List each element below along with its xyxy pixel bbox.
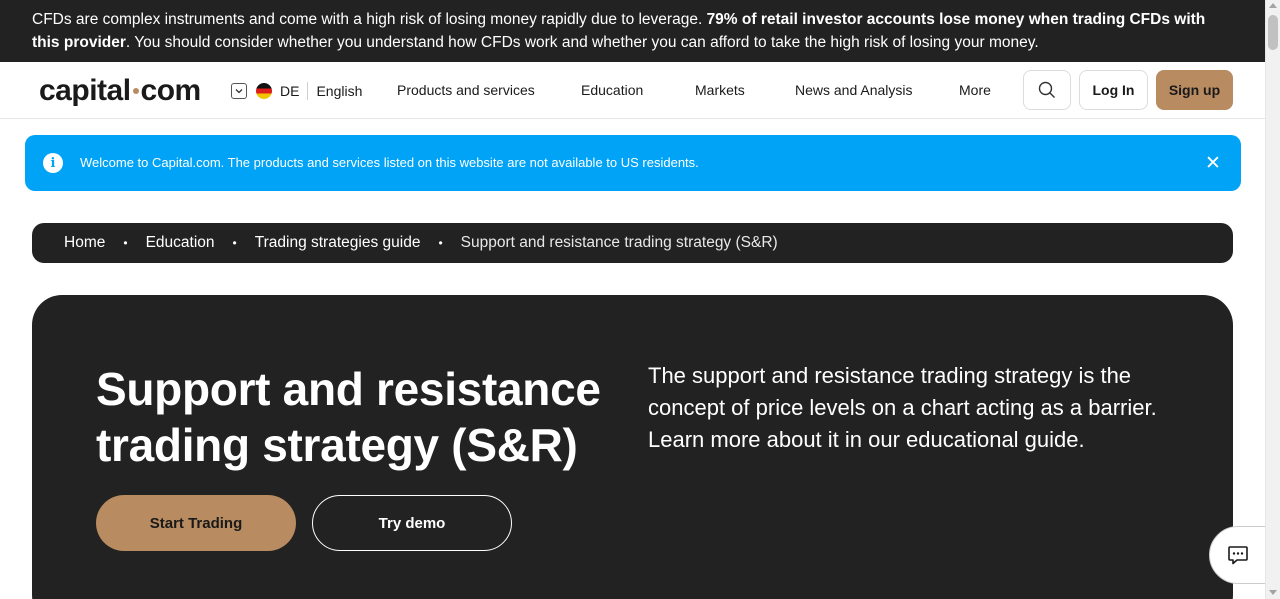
- risk-warning-bar: CFDs are complex instruments and come wi…: [0, 0, 1265, 62]
- breadcrumb-trading-strategies-guide[interactable]: Trading strategies guide: [255, 234, 421, 252]
- search-button[interactable]: [1023, 70, 1071, 110]
- nav-markets[interactable]: Markets: [695, 82, 745, 98]
- breadcrumb-education[interactable]: Education: [146, 234, 215, 252]
- logo-left: capital: [39, 74, 131, 107]
- breadcrumb-home[interactable]: Home: [64, 234, 105, 252]
- language-label: English: [316, 83, 363, 99]
- nav-products-and-services[interactable]: Products and services: [397, 82, 535, 98]
- info-icon: i: [43, 153, 63, 173]
- hero-description: The support and resistance trading strat…: [648, 363, 1157, 452]
- chevron-down-icon: [231, 83, 247, 99]
- logo-right: com: [140, 74, 202, 107]
- chat-button[interactable]: [1209, 526, 1269, 584]
- language-selector[interactable]: DE English: [231, 81, 362, 101]
- nav-more[interactable]: More: [959, 82, 991, 98]
- germany-flag-icon: [256, 83, 272, 99]
- search-icon: [1038, 81, 1055, 98]
- country-code: DE: [280, 83, 300, 99]
- breadcrumb-separator: •: [232, 236, 237, 250]
- language-divider: [307, 82, 309, 100]
- signup-button[interactable]: Sign up: [1156, 70, 1233, 110]
- site-header: capital com DE English Products and servi…: [0, 62, 1265, 119]
- start-trading-button[interactable]: Start Trading: [96, 495, 296, 551]
- breadcrumb: Home • Education • Trading strategies gu…: [32, 223, 1233, 263]
- breadcrumb-separator: •: [438, 236, 443, 250]
- us-residents-banner: i Welcome to Capital.com. The products a…: [25, 135, 1241, 191]
- nav-news-and-analysis[interactable]: News and Analysis: [795, 82, 913, 98]
- nav-education[interactable]: Education: [581, 82, 643, 98]
- breadcrumb-current: Support and resistance trading strategy …: [460, 234, 778, 251]
- page-title: Support and resistance trading strategy …: [96, 363, 601, 471]
- breadcrumb-separator: •: [123, 236, 128, 250]
- try-demo-button[interactable]: Try demo: [312, 495, 512, 551]
- logo-dot: [132, 88, 139, 94]
- hero-section: Support and resistance trading strategy …: [32, 295, 1233, 599]
- scroll-thumb[interactable]: [1268, 15, 1278, 50]
- banner-text: Welcome to Capital.com. The products and…: [80, 155, 699, 170]
- login-button[interactable]: Log In: [1079, 70, 1148, 110]
- chat-icon: [1228, 546, 1248, 565]
- page-scrollbar[interactable]: [1265, 0, 1280, 599]
- scroll-up-icon[interactable]: [1269, 3, 1277, 8]
- capital-logo[interactable]: capital com: [39, 74, 201, 108]
- risk-warning-text-2: . You should consider whether you unders…: [125, 34, 1039, 51]
- risk-warning-text-1: CFDs are complex instruments and come wi…: [32, 11, 707, 28]
- close-icon[interactable]: ✕: [1202, 152, 1224, 174]
- scroll-down-icon[interactable]: [1269, 590, 1277, 595]
